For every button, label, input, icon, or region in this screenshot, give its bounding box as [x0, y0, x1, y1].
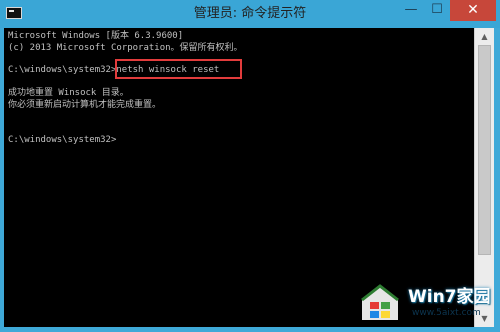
console-line: Microsoft Windows [版本 6.3.9600]: [8, 31, 184, 41]
watermark: Win7家园 www.5aixt.com: [350, 276, 500, 332]
console-line: (c) 2013 Microsoft Corporation。保留所有权利。: [8, 43, 243, 53]
console-line: 成功地重置 Winsock 目录。: [8, 88, 129, 98]
minimize-button[interactable]: —: [398, 0, 424, 21]
command-highlight-box: [115, 59, 242, 79]
watermark-url: www.5aixt.com: [412, 308, 481, 318]
close-button[interactable]: ✕: [450, 0, 496, 21]
title-bar[interactable]: 管理员: 命令提示符 — ☐ ✕: [0, 0, 500, 28]
console-line: 你必须重新启动计算机才能完成重置。: [8, 100, 162, 110]
scroll-up-arrow-icon[interactable]: ▲: [475, 28, 494, 45]
console-prompt-line: C:\windows\system32>: [8, 135, 117, 145]
maximize-button[interactable]: ☐: [424, 0, 450, 21]
watermark-title: Win7家园: [408, 287, 491, 307]
win7-home-logo-icon: [361, 284, 399, 320]
scroll-thumb[interactable]: [478, 45, 491, 255]
